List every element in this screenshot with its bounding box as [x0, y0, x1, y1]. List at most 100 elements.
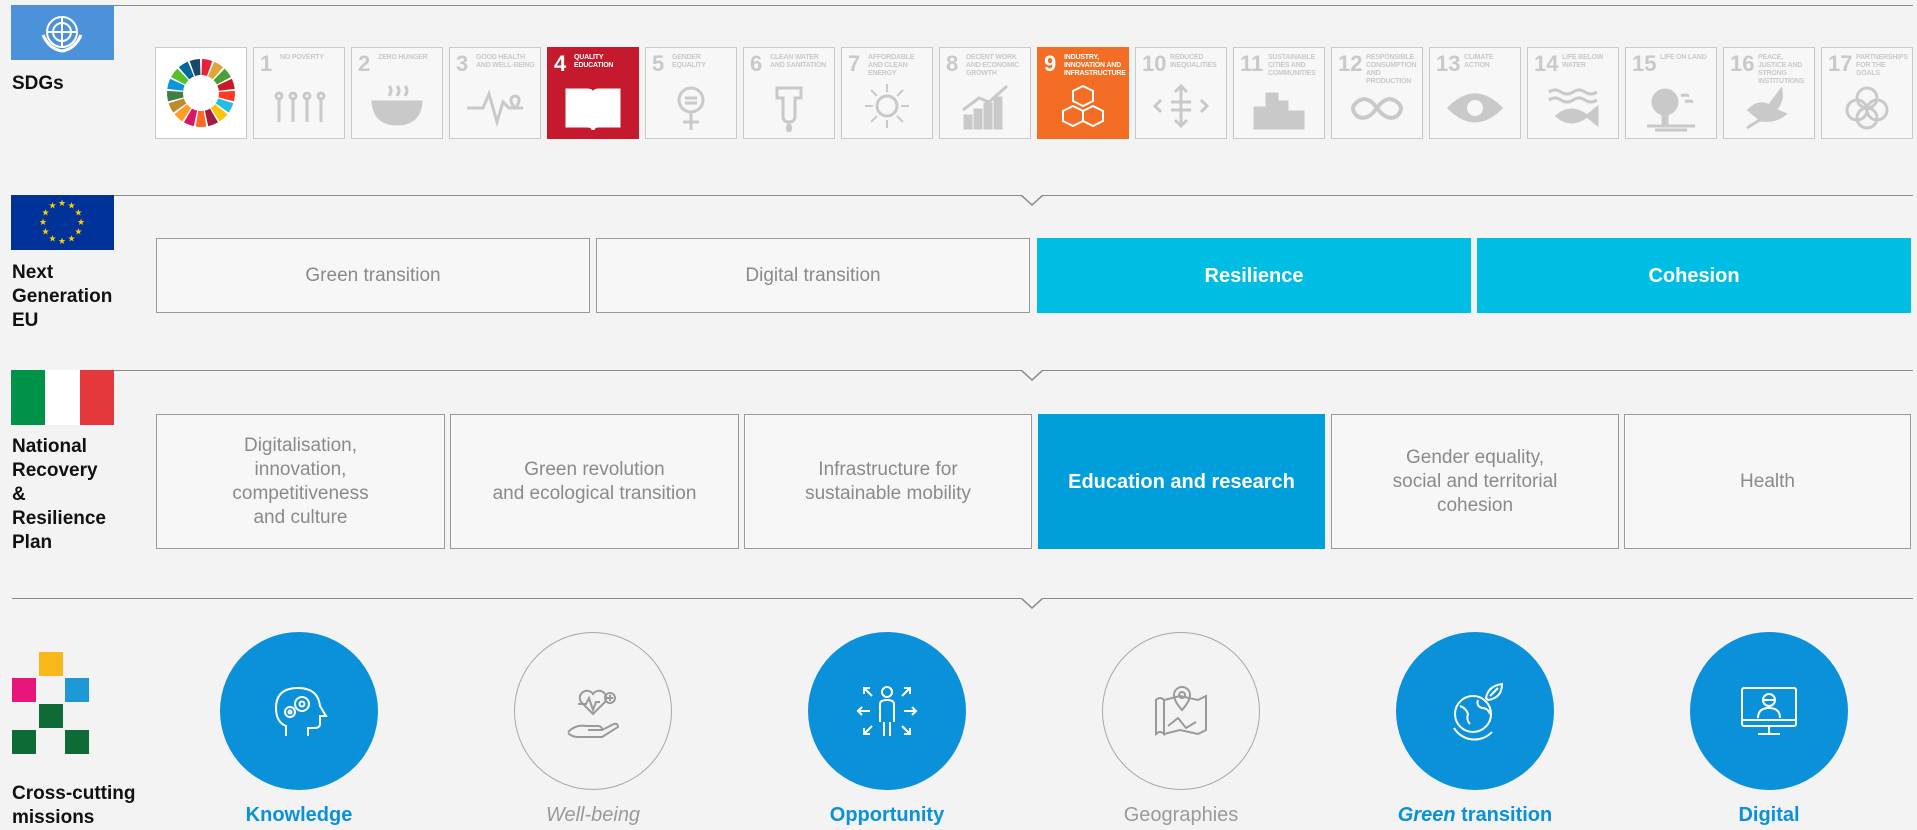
mission-opportunity[interactable] [808, 632, 966, 790]
heart-hand-icon [567, 689, 620, 738]
pnrr-mission-education-research[interactable]: Education and research [1038, 414, 1325, 549]
mosaic-logo-icon [12, 652, 89, 754]
eu-star-icon: ★ [58, 237, 66, 247]
row-label-pnrr: National Recovery & Resilience Plan [12, 436, 106, 553]
sdg-number: 3 [456, 51, 469, 76]
sdg-title: Quality education [574, 54, 614, 69]
sdg-title: Good health and well-being [476, 54, 535, 69]
sdg-title: Life on land [1660, 54, 1707, 61]
divider-line [95, 5, 1913, 6]
sdg-number: 14 [1534, 51, 1559, 76]
pnrr-mission-digitalisation[interactable]: Digitalisation, innovation, competitivenes… [156, 414, 445, 549]
dove-icon [1746, 86, 1788, 130]
un-flag-icon [11, 5, 114, 60]
chevron-down-icon [1021, 195, 1043, 206]
sdg-tile-7[interactable]: 7 Affordable and clean energy [841, 47, 933, 139]
sdg-tile-13[interactable]: 13 Climate action [1429, 47, 1521, 139]
divider-line [95, 195, 1913, 196]
sdg-tile-4[interactable]: 4 Quality education [547, 47, 639, 139]
sdg-tile-15[interactable]: 15 Life on land [1625, 47, 1717, 139]
sdg-number: 10 [1142, 51, 1167, 76]
eu-star-icon: ★ [58, 199, 66, 209]
growth-icon [962, 84, 1008, 130]
chevron-down-icon [1021, 598, 1043, 609]
pnrr-mission-green-revolution[interactable]: Green revolution and ecological transitio… [450, 414, 739, 549]
eu-star-icon: ★ [42, 228, 50, 238]
sun-icon [865, 84, 909, 128]
ngeu-pillar-digital-transition[interactable]: Digital transition [596, 238, 1030, 313]
mission-well-being[interactable] [514, 632, 672, 790]
sdg-title: Gender equality [672, 54, 706, 69]
arrows-icon [1152, 83, 1210, 129]
map-pin-icon [1155, 686, 1207, 737]
sdg-tile-17[interactable]: 17 Partnerships for the goals [1821, 47, 1913, 139]
mission-digital[interactable] [1690, 632, 1848, 790]
eye-icon [1446, 93, 1504, 123]
heartbeat-icon [467, 89, 523, 128]
sdg-number: 2 [358, 51, 371, 76]
monitor-person-icon [1741, 687, 1797, 735]
mission-geographies[interactable] [1102, 632, 1260, 790]
sdg-number: 17 [1828, 51, 1853, 76]
sdg-tile-12[interactable]: 12 Responsible consumption and production [1331, 47, 1423, 139]
sdg-tile-6[interactable]: 6 Clean water and sanitation [743, 47, 835, 139]
italy-flag-icon [11, 370, 114, 425]
sdg-tile-3[interactable]: 3 Good health and well-being [449, 47, 541, 139]
ngeu-pillar-resilience[interactable]: Resilience [1037, 238, 1471, 313]
divider-line [95, 370, 1913, 371]
mission-label-knowledge: Knowledge [245, 804, 353, 826]
infinity-icon [1351, 97, 1403, 120]
tree-icon [1647, 88, 1695, 132]
sdg-title: Climate action [1464, 54, 1494, 69]
sdg-tile-9[interactable]: 9 Industry, innovation and infrastructure [1037, 47, 1129, 139]
sdg-number: 9 [1044, 51, 1057, 76]
sdg-tile-1[interactable]: 1 No poverty [253, 47, 345, 139]
pnrr-mission-gender-equality[interactable]: Gender equality, social and territorial co… [1331, 414, 1619, 549]
sdg-title: Life below water [1562, 54, 1604, 69]
sdg-number: 6 [750, 51, 763, 76]
chevron-down-icon [1021, 370, 1043, 381]
sdg-tile-2[interactable]: 2 Zero hunger [351, 47, 443, 139]
sdg-title: Partnerships for the goals [1856, 54, 1908, 77]
person-arrows-icon [856, 686, 918, 736]
sdg-title: Affordable and clean energy [868, 54, 915, 77]
mission-label-digital: Digital [1738, 804, 1800, 826]
sdg-number: 11 [1240, 51, 1264, 76]
bowl-icon [371, 84, 423, 126]
eu-star-icon: ★ [77, 218, 85, 228]
mission-label-opportunity: Opportunity [829, 804, 945, 826]
sdg-tile-5[interactable]: 5 Gender equality [645, 47, 737, 139]
water-icon [775, 86, 803, 132]
eu-star-icon: ★ [74, 228, 82, 238]
mission-label-geographies: Geographies [1123, 804, 1239, 826]
pnrr-mission-health[interactable]: Health [1624, 414, 1911, 549]
sdg-number: 7 [848, 51, 861, 76]
people-icon [274, 91, 326, 122]
sdg-tile-8[interactable]: 8 Decent work and economic growth [939, 47, 1031, 139]
row-label-sdgs: SDGs [12, 73, 64, 94]
book-icon [565, 88, 621, 131]
sdg-tile-14[interactable]: 14 Life below water [1527, 47, 1619, 139]
sdg-tile-10[interactable]: 10 Reduced inequalities [1135, 47, 1227, 139]
sdg-title: No poverty [280, 54, 324, 61]
mission-knowledge[interactable] [220, 632, 378, 790]
sdg-wheel-segment [195, 110, 207, 127]
sdg-title: Zero hunger [378, 54, 428, 61]
sdg-number: 5 [652, 51, 665, 76]
ngeu-pillar-green-transition[interactable]: Green transition [156, 238, 590, 313]
sdg-title: Decent work and economic growth [966, 54, 1020, 77]
mission-label-well-being: Well-being [545, 804, 641, 826]
eu-star-icon: ★ [48, 234, 56, 244]
mission-green-transition[interactable] [1396, 632, 1554, 790]
eu-flag-icon: ★ ★ ★ ★ ★ ★ ★ ★ ★ ★ ★ ★ [11, 195, 114, 250]
ngeu-pillar-cohesion[interactable]: Cohesion [1477, 238, 1911, 313]
sdg-tile-16[interactable]: 16 Peace, justice and strong institutions [1723, 47, 1815, 139]
city-icon [1253, 92, 1305, 130]
sdg-tile-11[interactable]: 11 Sustainable cities and communities [1233, 47, 1325, 139]
globe-leaf-icon [1453, 682, 1504, 741]
sdg-title: Clean water and sanitation [770, 54, 827, 69]
rings-icon [1845, 86, 1889, 130]
fish-icon [1548, 88, 1599, 128]
sdg-number: 8 [946, 51, 959, 76]
pnrr-mission-infrastructure[interactable]: Infrastructure for sustainable mobility [744, 414, 1032, 549]
